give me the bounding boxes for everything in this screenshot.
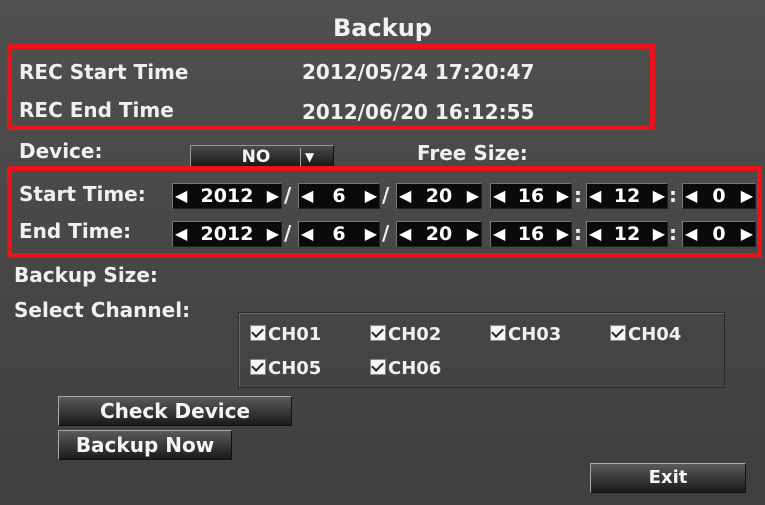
time-separator: : [574,183,582,207]
checkbox-checked-icon[interactable] [610,325,626,341]
checkbox-checked-icon[interactable] [370,359,386,375]
arrow-right-icon[interactable]: ▶ [557,222,569,246]
start-second-spinner[interactable]: ◀ 0 ▶ [682,183,756,209]
checkbox-checked-icon[interactable] [250,325,266,341]
rec-start-label: REC Start Time [19,60,189,84]
end-second-spinner[interactable]: ◀ 0 ▶ [682,221,756,247]
backup-size-label: Backup Size: [14,263,158,287]
device-value: NO [241,147,271,167]
start-hour-spinner[interactable]: ◀ 16 ▶ [490,183,572,209]
free-size-label: Free Size: [417,141,528,165]
arrow-right-icon[interactable]: ▶ [653,184,665,208]
channel-label: CH05 [268,358,322,379]
check-device-button[interactable]: Check Device [58,396,292,426]
rec-start-value: 2012/05/24 17:20:47 [302,60,535,84]
checkbox-checked-icon[interactable] [250,359,266,375]
exit-button[interactable]: Exit [590,463,746,493]
end-minute-spinner[interactable]: ◀ 12 ▶ [586,221,668,247]
arrow-right-icon[interactable]: ▶ [365,184,377,208]
arrow-right-icon[interactable]: ▶ [267,222,279,246]
rec-end-label: REC End Time [19,98,174,122]
arrow-right-icon[interactable]: ▶ [267,184,279,208]
channel-checkbox-ch01[interactable]: CH01 [250,324,321,345]
start-year-spinner[interactable]: ◀ 2012 ▶ [172,183,282,209]
end-hour-spinner[interactable]: ◀ 16 ▶ [490,221,572,247]
arrow-right-icon[interactable]: ▶ [557,184,569,208]
date-separator: / [382,183,390,207]
channel-checkbox-ch05[interactable]: CH05 [250,358,321,379]
time-separator: : [669,221,677,245]
arrow-right-icon[interactable]: ▶ [653,222,665,246]
end-year-value: 2012 [200,223,254,245]
end-month-spinner[interactable]: ◀ 6 ▶ [298,221,380,247]
checkbox-checked-icon[interactable] [370,325,386,341]
arrow-right-icon[interactable]: ▶ [741,184,753,208]
time-separator: : [669,183,677,207]
end-year-spinner[interactable]: ◀ 2012 ▶ [172,221,282,247]
start-day-spinner[interactable]: ◀ 20 ▶ [396,183,482,209]
arrow-right-icon[interactable]: ▶ [467,184,479,208]
channel-label: CH03 [508,324,562,345]
rec-end-value: 2012/06/20 16:12:55 [302,100,535,124]
end-time-label: End Time: [19,219,132,243]
device-label: Device: [19,139,103,163]
checkbox-checked-icon[interactable] [490,325,506,341]
channel-label: CH04 [628,324,682,345]
channel-checkbox-ch04[interactable]: CH04 [610,324,681,345]
arrow-right-icon[interactable]: ▶ [365,222,377,246]
end-day-spinner[interactable]: ◀ 20 ▶ [396,221,482,247]
arrow-right-icon[interactable]: ▶ [741,222,753,246]
arrow-right-icon[interactable]: ▶ [467,222,479,246]
channel-label: CH02 [388,324,442,345]
select-channel-label: Select Channel: [14,298,191,322]
channel-label: CH01 [268,324,322,345]
page-title: Backup [333,14,432,42]
channel-checkbox-ch03[interactable]: CH03 [490,324,561,345]
time-separator: : [574,221,582,245]
chevron-down-icon: ▼ [305,150,315,164]
backup-now-button[interactable]: Backup Now [58,430,232,460]
start-time-label: Start Time: [19,182,146,206]
date-separator: / [382,221,390,245]
date-separator: / [284,221,292,245]
channel-checkbox-ch02[interactable]: CH02 [370,324,441,345]
date-separator: / [284,183,292,207]
start-year-value: 2012 [200,185,254,207]
dropdown-divider [300,148,301,166]
start-minute-spinner[interactable]: ◀ 12 ▶ [586,183,668,209]
channel-label: CH06 [388,358,442,379]
channel-checkbox-ch06[interactable]: CH06 [370,358,441,379]
start-month-spinner[interactable]: ◀ 6 ▶ [298,183,380,209]
